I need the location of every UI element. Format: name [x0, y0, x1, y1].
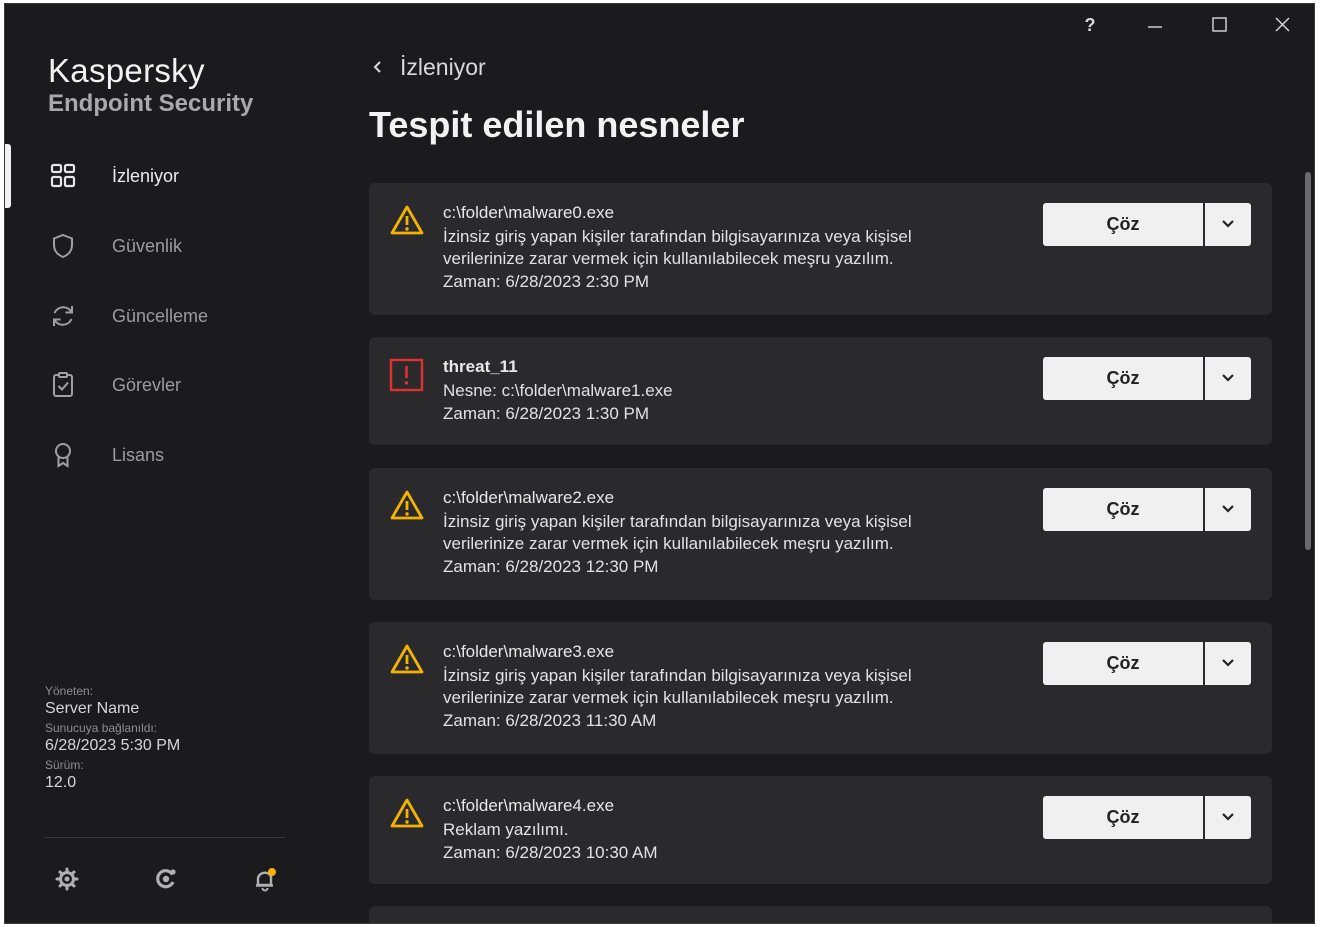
detected-object-card: c:\folder\malware3.exe İzinsiz giriş yap… [369, 622, 1272, 754]
object-path: c:\folder\malware0.exe [443, 203, 615, 222]
connected-time: 6/28/2023 5:30 PM [45, 737, 181, 754]
detected-object-card: c:\folder\malware2.exe İzinsiz giriş yap… [369, 468, 1272, 600]
maximize-icon [1212, 17, 1227, 32]
object-path: c:\folder\malware2.exe [443, 488, 615, 507]
chevron-left-icon [373, 61, 381, 73]
object-description-2: verilerinize zarar vermek için kullanıla… [443, 249, 894, 268]
detection-time: Zaman: 6/28/2023 1:30 PM [443, 404, 650, 423]
detection-time: Zaman: 6/28/2023 11:30 AM [443, 711, 657, 730]
resolve-options-button[interactable] [1205, 488, 1251, 531]
sidebar-item-label: İzleniyor [112, 166, 180, 186]
support-icon [156, 869, 176, 889]
sidebar-item-tasks[interactable]: Görevler [5, 357, 335, 413]
resolve-options-button[interactable] [1205, 642, 1251, 685]
detection-time: Zaman: 6/28/2023 2:30 PM [443, 272, 650, 291]
object-description: İzinsiz giriş yapan kişiler tarafından b… [443, 227, 912, 246]
warning-icon [390, 644, 424, 674]
scrollbar-thumb[interactable] [1305, 172, 1311, 550]
object-description: Nesne: c:\folder\malware1.exe [443, 381, 673, 400]
notification-bell-icon [256, 868, 276, 892]
back-link-label: İzleniyor [400, 54, 486, 80]
detected-object-card-partial [369, 906, 1272, 923]
card-text: c:\folder\malware0.exe İzinsiz giriş yap… [443, 202, 1003, 293]
close-icon [1275, 17, 1290, 32]
chevron-down-icon [1222, 813, 1234, 821]
maximize-button[interactable] [1199, 10, 1239, 40]
threat-name: threat_11 [443, 357, 518, 376]
resolve-button[interactable]: Çöz [1043, 796, 1203, 839]
connected-label: Sunucuya bağlanıldı: [45, 721, 158, 735]
managed-by-label: Yöneten: [45, 684, 94, 698]
clipboard-check-icon [53, 372, 73, 397]
chevron-down-icon [1222, 505, 1234, 513]
resolve-button[interactable]: Çöz [1043, 488, 1203, 531]
detected-object-card: c:\folder\malware0.exe İzinsiz giriş yap… [369, 183, 1272, 315]
help-button[interactable]: ? [1070, 10, 1110, 40]
detected-object-card: c:\folder\malware4.exe Reklam yazılımı. … [369, 776, 1272, 884]
chevron-down-icon [1222, 659, 1234, 667]
gear-icon [55, 867, 79, 891]
resolve-options-button[interactable] [1205, 796, 1251, 839]
chevron-down-icon [1222, 220, 1234, 228]
app-window: ? Kaspersky Endpoint Security İzleniyor … [4, 3, 1315, 924]
sidebar-item-monitoring[interactable]: İzleniyor [5, 148, 335, 204]
card-text: c:\folder\malware2.exe İzinsiz giriş yap… [443, 487, 1003, 578]
detected-object-card: threat_11 Nesne: c:\folder\malware1.exe … [369, 337, 1272, 445]
sidebar-item-security[interactable]: Güvenlik [5, 218, 335, 274]
settings-button[interactable] [52, 864, 82, 894]
sidebar-item-update[interactable]: Güncelleme [5, 288, 335, 344]
shield-icon [53, 233, 73, 259]
object-description: Reklam yazılımı. [443, 820, 569, 839]
version-value: 12.0 [45, 774, 77, 791]
notifications-button[interactable] [250, 864, 280, 894]
award-icon [55, 443, 71, 468]
detection-time: Zaman: 6/28/2023 10:30 AM [443, 843, 658, 862]
chevron-down-icon [1222, 374, 1234, 382]
resolve-button[interactable]: Çöz [1043, 203, 1203, 246]
resolve-options-button[interactable] [1205, 357, 1251, 400]
object-description-2: verilerinize zarar vermek için kullanıla… [443, 534, 894, 553]
warning-icon [390, 205, 424, 235]
object-description-2: verilerinize zarar vermek için kullanıla… [443, 688, 894, 707]
resolve-button[interactable]: Çöz [1043, 642, 1203, 685]
sidebar-item-label: Görevler [112, 375, 182, 395]
server-name: Server Name [45, 700, 140, 717]
sidebar-item-label: Güvenlik [112, 236, 183, 256]
brand-name: Kaspersky [48, 52, 205, 89]
critical-alert-icon [389, 358, 424, 392]
grid-icon [50, 163, 76, 188]
close-button[interactable] [1263, 10, 1303, 40]
product-name: Endpoint Security [48, 90, 254, 117]
card-text: threat_11 Nesne: c:\folder\malware1.exe … [443, 356, 1003, 425]
version-label: Sürüm: [45, 758, 84, 772]
object-description: İzinsiz giriş yapan kişiler tarafından b… [443, 666, 912, 685]
minimize-icon [1148, 26, 1162, 28]
object-description: İzinsiz giriş yapan kişiler tarafından b… [443, 512, 912, 531]
object-path: c:\folder\malware4.exe [443, 796, 615, 815]
minimize-button[interactable] [1135, 10, 1175, 40]
sidebar-item-label: Lisans [112, 445, 165, 465]
resolve-button[interactable]: Çöz [1043, 357, 1203, 400]
page-title: Tespit edilen nesneler [369, 104, 745, 145]
detection-time: Zaman: 6/28/2023 12:30 PM [443, 557, 659, 576]
sidebar-divider [45, 837, 285, 838]
card-text: c:\folder\malware4.exe Reklam yazılımı. … [443, 795, 1003, 864]
card-text: c:\folder\malware3.exe İzinsiz giriş yap… [443, 641, 1003, 732]
sidebar: Kaspersky Endpoint Security İzleniyor Gü… [5, 4, 335, 923]
resolve-options-button[interactable] [1205, 203, 1251, 246]
warning-icon [390, 490, 424, 520]
object-path: c:\folder\malware3.exe [443, 642, 615, 661]
refresh-icon [53, 306, 73, 326]
support-button[interactable] [151, 864, 181, 894]
sidebar-item-license[interactable]: Lisans [5, 427, 335, 483]
server-info: Yöneten: Server Name Sunucuya bağlanıldı… [45, 684, 180, 795]
sidebar-item-label: Güncelleme [112, 306, 209, 326]
warning-icon [390, 798, 424, 828]
